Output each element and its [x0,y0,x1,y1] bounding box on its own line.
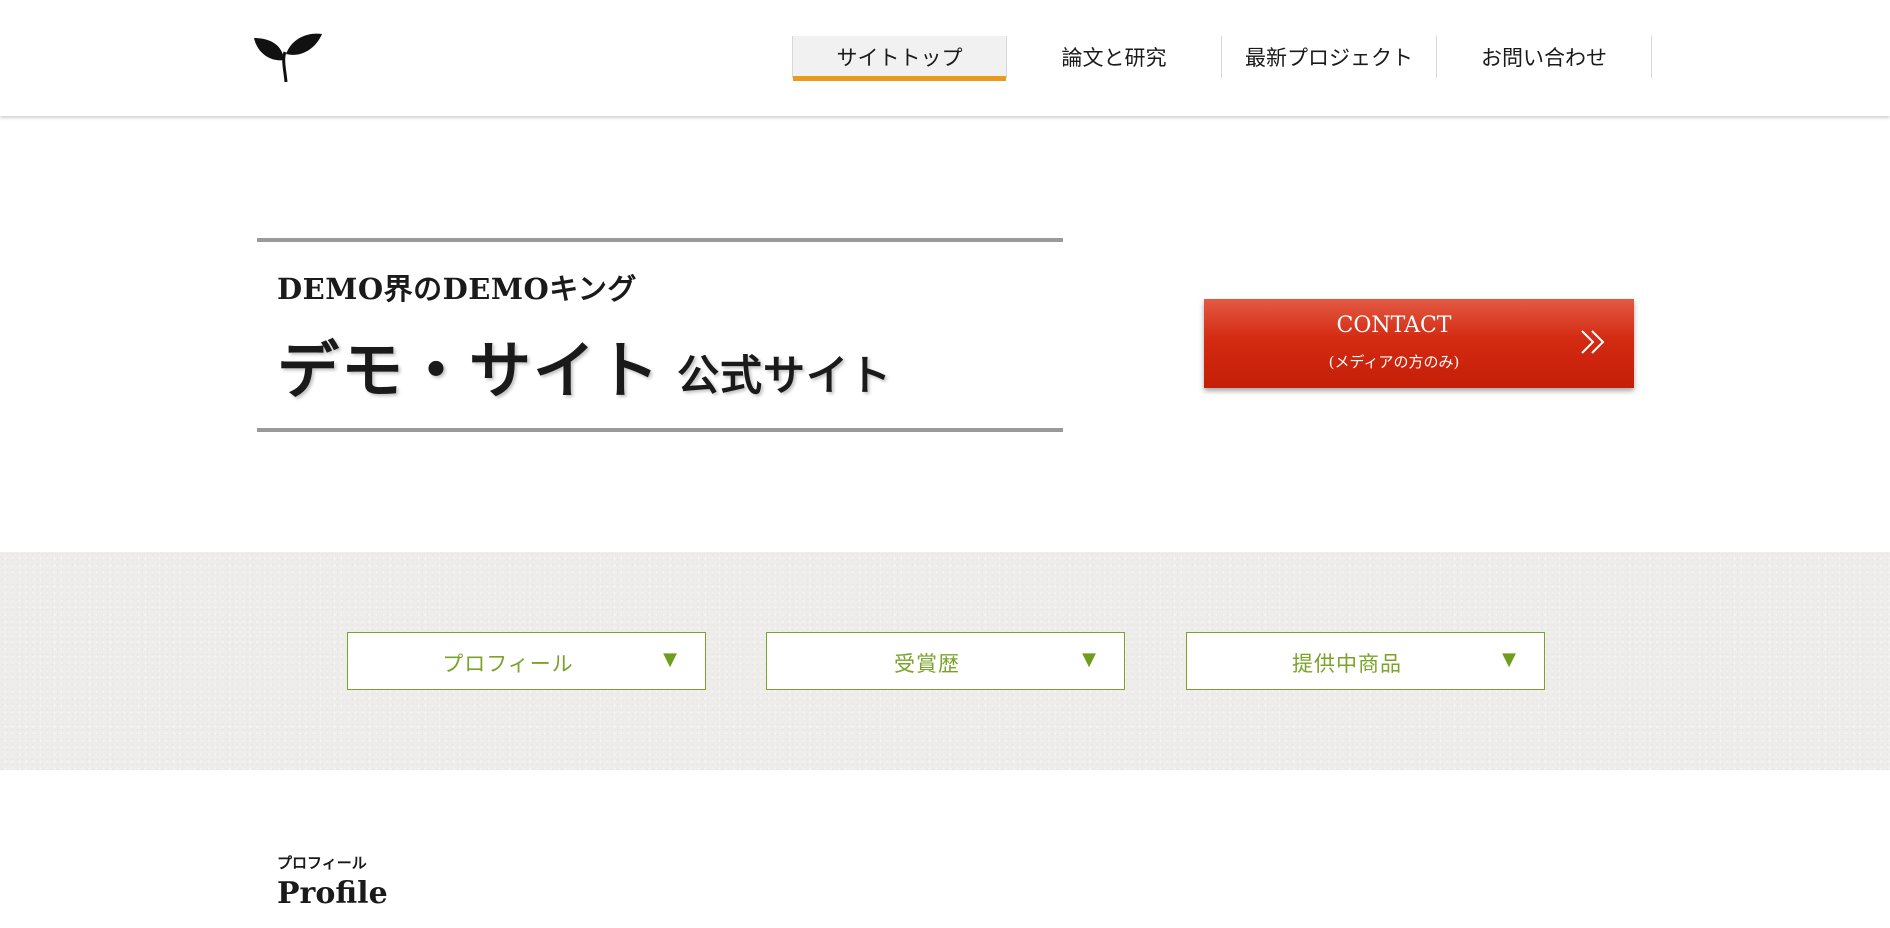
hero-title-suffix: 公式サイト [677,351,893,400]
dropdown-profile[interactable]: プロフィール ▼ [347,632,706,690]
nav-item-label: 論文と研究 [1061,46,1167,70]
triangle-down-icon: ▼ [1082,649,1096,670]
hero-title-box: DEMO界のDEMOキング デモ・サイト 公式サイト [257,238,1063,432]
contact-button-sublabel: (メディアの方のみ) [1328,353,1460,371]
double-chevron-right-icon [1578,327,1608,363]
section-menu-band: プロフィール ▼ 受賞歴 ▼ 提供中商品 ▼ [0,552,1890,770]
hero-title: デモ・サイト [277,334,662,407]
section-heading-jp: プロフィール [277,854,367,872]
section-heading-en: Profile [277,876,388,911]
dropdown-label: 提供中商品 [1292,652,1402,676]
triangle-down-icon: ▼ [1502,649,1516,670]
nav-item-site-top[interactable]: サイトトップ [792,36,1007,81]
nav-item-papers[interactable]: 論文と研究 [1007,36,1222,78]
contact-button[interactable]: CONTACT (メディアの方のみ) [1204,299,1634,388]
nav-item-label: お問い合わせ [1481,46,1607,70]
nav-item-contact[interactable]: お問い合わせ [1437,36,1652,78]
dropdown-products[interactable]: 提供中商品 ▼ [1186,632,1545,690]
dropdown-label: プロフィール [442,652,574,676]
nav-item-projects[interactable]: 最新プロジェクト [1222,36,1437,78]
hero-subtitle: DEMO界のDEMOキング [277,272,637,306]
dropdown-awards[interactable]: 受賞歴 ▼ [766,632,1125,690]
triangle-down-icon: ▼ [663,649,677,670]
main-nav: サイトトップ 論文と研究 最新プロジェクト お問い合わせ [792,36,1652,81]
site-header: サイトトップ 論文と研究 最新プロジェクト お問い合わせ [0,0,1890,116]
nav-item-label: 最新プロジェクト [1245,46,1413,70]
contact-button-label: CONTACT [1336,313,1452,338]
nav-item-label: サイトトップ [836,46,963,70]
dropdown-label: 受賞歴 [894,652,960,676]
leaf-logo-icon[interactable] [252,30,324,84]
